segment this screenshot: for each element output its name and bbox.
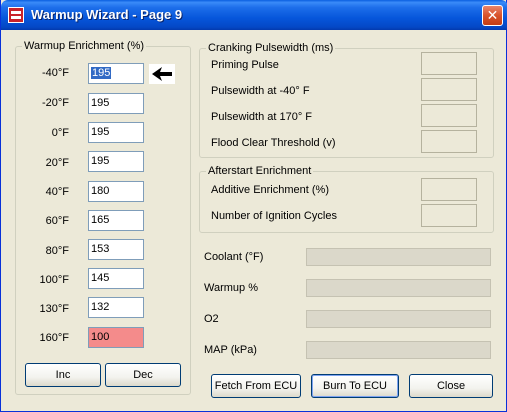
temp-label: 40°F bbox=[45, 186, 69, 198]
enrichment-input-row-4[interactable]: 180 bbox=[88, 181, 144, 202]
enrichment-input-row-6[interactable]: 153 bbox=[88, 239, 144, 260]
warmup-percent-bar bbox=[306, 279, 491, 297]
enrichment-input-row-8[interactable]: 132 bbox=[88, 297, 144, 318]
warmup-percent-label: Warmup % bbox=[204, 282, 258, 294]
coolant-label: Coolant (°F) bbox=[204, 251, 264, 263]
o2-bar bbox=[306, 310, 491, 328]
enrichment-input-row-5[interactable]: 165 bbox=[88, 210, 144, 231]
dec-button[interactable]: Dec bbox=[105, 363, 181, 387]
enrichment-input-row-3[interactable]: 195 bbox=[88, 151, 144, 172]
arrow-left-icon bbox=[149, 64, 175, 84]
title-bar[interactable]: Warmup Wizard - Page 9 ✕ bbox=[1, 0, 507, 30]
window-title: Warmup Wizard - Page 9 bbox=[31, 7, 183, 22]
warmup-enrichment-legend: Warmup Enrichment (%) bbox=[24, 40, 145, 52]
temp-label: 160°F bbox=[39, 332, 69, 344]
enrichment-input-row-1[interactable]: 195 bbox=[88, 93, 144, 114]
temp-label: 80°F bbox=[45, 245, 69, 257]
map-label: MAP (kPa) bbox=[204, 344, 257, 356]
pulsewidth-170-label: Pulsewidth at 170° F bbox=[211, 111, 313, 123]
afterstart-legend: Afterstart Enrichment bbox=[208, 165, 312, 177]
ignition-cycles-field[interactable] bbox=[421, 204, 477, 227]
pulsewidth-170-field[interactable] bbox=[421, 104, 477, 127]
map-bar bbox=[306, 341, 491, 359]
additive-enrichment-field[interactable] bbox=[421, 178, 477, 201]
warmup-wizard-window: Warmup Wizard - Page 9 ✕ Warmup Enrichme… bbox=[0, 0, 507, 412]
ignition-cycles-label: Number of Ignition Cycles bbox=[211, 210, 337, 222]
pulsewidth-minus40-label: Pulsewidth at -40° F bbox=[211, 85, 310, 97]
temp-label: 0°F bbox=[51, 127, 69, 139]
enrichment-input-row-9[interactable]: 100 bbox=[88, 327, 144, 348]
temp-label: 20°F bbox=[45, 157, 69, 169]
fetch-from-ecu-button[interactable]: Fetch From ECU bbox=[211, 374, 301, 398]
enrichment-input-row-0[interactable]: 195 bbox=[88, 63, 144, 84]
flood-clear-label: Flood Clear Threshold (v) bbox=[211, 137, 336, 149]
enrichment-input-row-2[interactable]: 195 bbox=[88, 122, 144, 143]
temp-label: -40°F bbox=[41, 67, 69, 79]
flood-clear-field[interactable] bbox=[421, 130, 477, 153]
close-button[interactable]: Close bbox=[409, 374, 493, 398]
priming-pulse-field[interactable] bbox=[421, 52, 477, 75]
enrichment-value: 195 bbox=[91, 67, 112, 79]
priming-pulse-label: Priming Pulse bbox=[211, 59, 279, 71]
burn-to-ecu-button[interactable]: Burn To ECU bbox=[311, 374, 399, 398]
temp-label: -20°F bbox=[41, 97, 69, 109]
coolant-bar bbox=[306, 248, 491, 266]
temp-label: 60°F bbox=[45, 215, 69, 227]
temp-label: 130°F bbox=[39, 303, 69, 315]
pulsewidth-minus40-field[interactable] bbox=[421, 78, 477, 101]
inc-button[interactable]: Inc bbox=[25, 363, 101, 387]
o2-label: O2 bbox=[204, 313, 219, 325]
enrichment-input-row-7[interactable]: 145 bbox=[88, 268, 144, 289]
close-window-button[interactable]: ✕ bbox=[482, 5, 503, 26]
app-icon bbox=[8, 7, 24, 23]
additive-enrichment-label: Additive Enrichment (%) bbox=[211, 184, 329, 196]
cranking-legend: Cranking Pulsewidth (ms) bbox=[208, 42, 334, 54]
temp-label: 100°F bbox=[39, 274, 69, 286]
